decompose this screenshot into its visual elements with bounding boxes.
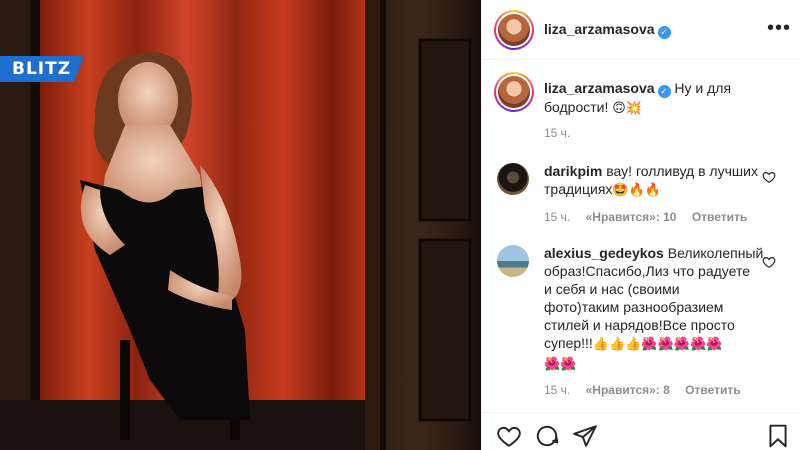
more-options-icon[interactable]: ••• [767,18,791,38]
post-header: liza_arzamasova ✓ ••• [482,0,800,60]
caption-avatar[interactable] [494,72,534,112]
post-photo[interactable]: BLITZ [0,0,481,450]
comment-likes[interactable]: «Нравится»: 8 [586,383,670,397]
caption-text-line2: бодрости! [544,99,613,115]
post-side-panel: liza_arzamasova ✓ ••• liza_arzamasova ✓ Ну… [481,0,800,450]
comment-meta: 15 ч. «Нравится»: 10 Ответить [544,210,759,224]
reply-button[interactable]: Ответить [685,383,740,397]
comment-text-line: традициях [544,181,613,197]
comment-author[interactable]: darikpim [544,163,602,179]
comment-text-line: образ!Спасибо,Лиз что радуете [544,263,751,279]
caption-text-line1: Ну и для [674,80,732,96]
verified-badge-icon: ✓ [657,85,671,98]
caption-emoji: 🙃💥 [612,101,642,116]
comment-author[interactable]: alexius_gedeykos [544,245,664,261]
verified-badge-icon: ✓ [657,26,671,39]
comment-like-heart-icon[interactable] [762,170,776,184]
comment-text-line: и себя и нас (своими [544,281,680,297]
author-avatar[interactable] [494,10,534,50]
comment-text-line: Великолепный [667,245,764,261]
comment-like-heart-icon[interactable] [762,255,776,269]
comment-text-line: стилей и нарядов!Все просто [544,317,735,333]
bookmark-icon[interactable] [765,423,791,449]
comment-text-line: супер!!! [544,335,593,351]
comment: alexius_gedeykos Великолепный образ!Спас… [544,244,766,374]
comment-meta: 15 ч. «Нравится»: 8 Ответить [544,383,753,397]
comment-icon[interactable] [534,423,560,449]
comment-text-line: вау! голливуд в лучших [606,163,758,179]
action-bar [482,412,800,450]
comment-avatar[interactable] [497,245,529,277]
reply-button[interactable]: Ответить [692,210,747,224]
comment-emoji: 🤩🔥🔥 [612,183,661,198]
author-username[interactable]: liza_arzamasova [544,21,655,37]
comment-text-line: фото)таким разнообразием [544,299,724,315]
paper-plane-icon[interactable] [572,423,598,449]
heart-icon[interactable] [496,423,522,449]
comment-avatar[interactable] [497,163,529,195]
caption-time[interactable]: 15 ч. [544,126,570,140]
header-author[interactable]: liza_arzamasova ✓ [544,21,671,39]
comment: darikpim вау! голливуд в лучших традиция… [544,162,764,200]
comment-likes[interactable]: «Нравится»: 10 [586,210,677,224]
comment-emoji: 🌺🌺 [544,357,577,372]
comment-time[interactable]: 15 ч. [544,210,570,224]
comment-time[interactable]: 15 ч. [544,383,570,397]
comment-emoji: 👍👍👍🌺🌺🌺🌺🌺 [592,337,723,352]
caption: liza_arzamasova ✓ Ну и для бодрости! 🙃💥 [544,79,784,118]
blitz-watermark: BLITZ [0,56,84,82]
caption-author[interactable]: liza_arzamasova [544,80,655,96]
